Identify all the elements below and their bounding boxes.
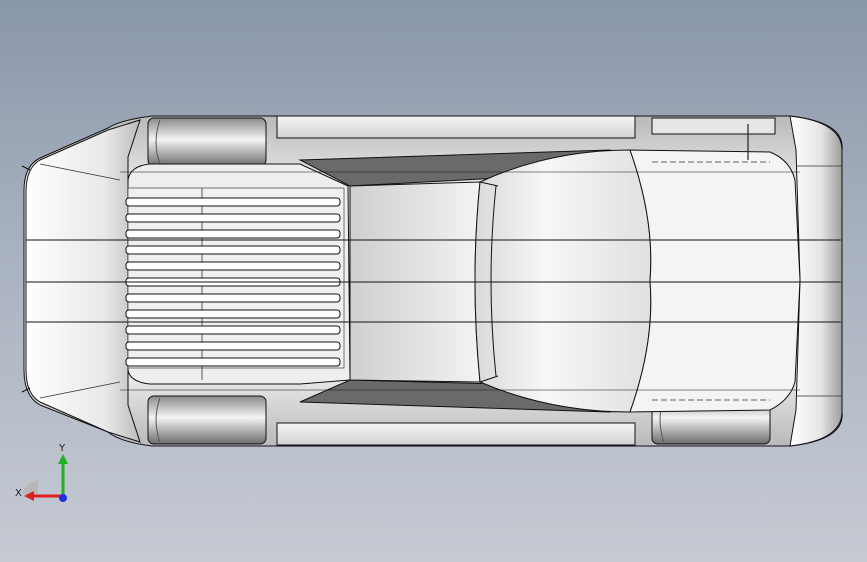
cad-viewport[interactable]: Y X (0, 0, 867, 562)
rear-deck (629, 149, 801, 413)
orientation-triad[interactable]: Y X (10, 436, 80, 506)
y-arrow-head (58, 454, 68, 464)
hood-vent-panel[interactable] (127, 163, 351, 385)
wheel-front-left[interactable] (147, 117, 267, 167)
wheel-rear-left[interactable] (651, 117, 776, 135)
left-side-sill (276, 115, 636, 139)
right-side-sill (276, 422, 636, 446)
front-bumper (25, 119, 141, 443)
wheel-front-right[interactable] (147, 395, 267, 445)
y-axis-label: Y (58, 443, 66, 454)
z-axis-dot (59, 494, 67, 502)
car-model-top-view[interactable] (0, 0, 867, 562)
roof-panel[interactable] (474, 149, 652, 413)
x-axis-label: X (15, 488, 22, 499)
